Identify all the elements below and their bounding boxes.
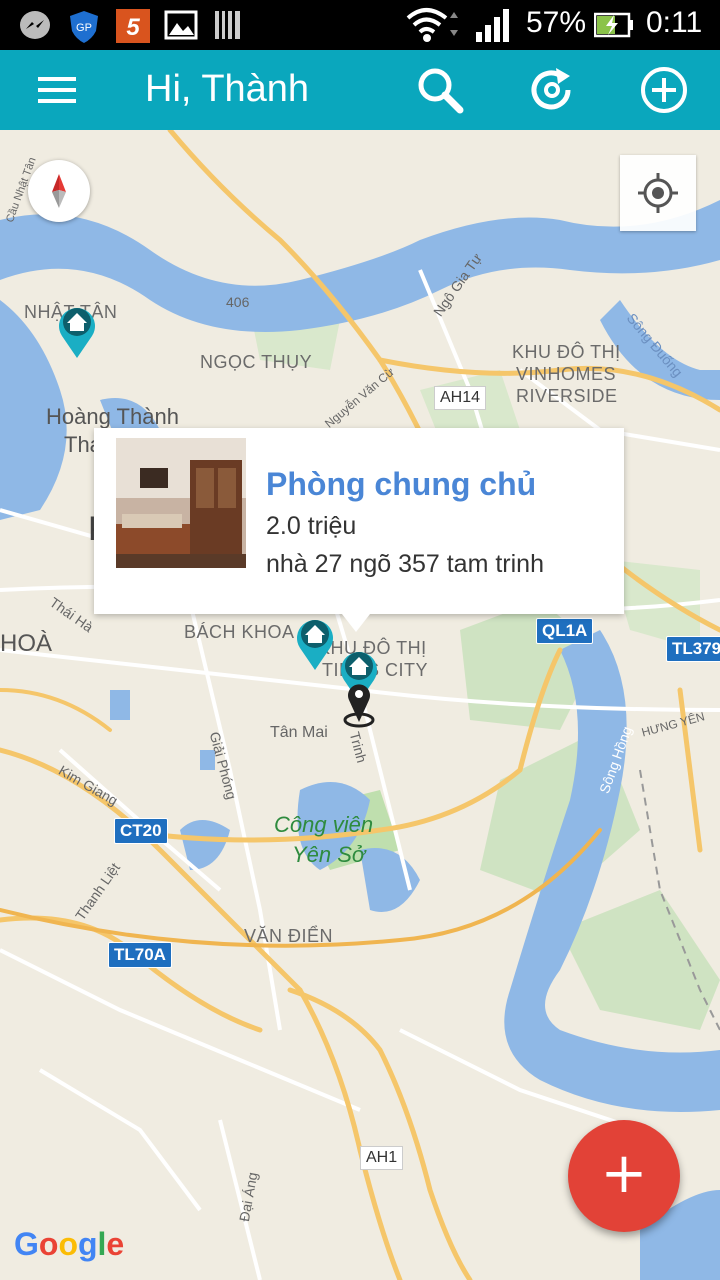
svg-text:5: 5 bbox=[126, 14, 140, 41]
listing-title[interactable]: Phòng chung chủ bbox=[266, 466, 536, 503]
signal-icon bbox=[476, 9, 509, 42]
house-marker-icon[interactable] bbox=[54, 302, 100, 360]
crosshair-icon bbox=[638, 173, 678, 213]
listing-address: nhà 27 ngõ 357 tam trinh bbox=[266, 550, 544, 578]
house-marker-icon[interactable] bbox=[292, 614, 338, 672]
menu-icon[interactable] bbox=[32, 64, 84, 116]
map-label: VINHOMES bbox=[516, 364, 617, 384]
messenger-icon bbox=[20, 11, 50, 39]
location-pin-icon bbox=[343, 684, 375, 728]
road-shield: AH1 bbox=[360, 1146, 404, 1170]
road-shield: CT20 bbox=[114, 818, 168, 844]
map-label: Công viên bbox=[274, 812, 374, 837]
map-label: NGỌC THỤY bbox=[200, 352, 313, 372]
listing-price: 2.0 triệu bbox=[266, 512, 357, 540]
road-shield: QL1A bbox=[536, 618, 594, 644]
map-label: BÁCH KHOA bbox=[184, 622, 295, 642]
image-icon bbox=[164, 10, 198, 40]
battery-charging-icon bbox=[594, 12, 633, 38]
map-label: 406 bbox=[226, 294, 250, 310]
map-label: Hoàng Thành bbox=[46, 404, 179, 429]
map-label: Tân Mai bbox=[270, 724, 328, 741]
number-5-icon: 5 bbox=[116, 9, 150, 43]
page-title: Hi, Thành bbox=[145, 68, 310, 110]
map-label: RIVERSIDE bbox=[516, 386, 618, 406]
add-circle-icon[interactable] bbox=[638, 64, 690, 116]
clock: 0:11 bbox=[646, 6, 703, 39]
google-logo: Google bbox=[14, 1226, 125, 1262]
road-shield: AH14 bbox=[434, 386, 487, 410]
refresh-icon[interactable] bbox=[526, 64, 578, 116]
search-icon[interactable] bbox=[414, 64, 466, 116]
road-shield: TL70A bbox=[108, 942, 172, 968]
svg-text:GP: GP bbox=[76, 22, 92, 34]
barcode-icon bbox=[215, 11, 240, 39]
map-label: Yên Sở bbox=[292, 842, 366, 867]
battery-percent: 57% bbox=[526, 6, 587, 39]
road-shield: TL379 bbox=[666, 636, 720, 662]
map-label: VĂN ĐIỂN bbox=[244, 926, 334, 946]
my-location-button[interactable] bbox=[620, 155, 696, 231]
status-bar: GP 5 57% 0:11 bbox=[0, 0, 720, 50]
compass-button[interactable] bbox=[28, 160, 90, 222]
app-bar: Hi, Thành bbox=[0, 50, 720, 130]
shield-gp-icon: GP bbox=[70, 11, 98, 43]
listing-info-window[interactable]: Phòng chung chủ 2.0 triệu nhà 27 ngõ 357… bbox=[94, 428, 624, 632]
compass-icon bbox=[52, 174, 66, 208]
map-view[interactable]: Cầu Nhật Tân NHẬT TÂN NGỌC THỤY Hoàng Th… bbox=[0, 130, 720, 1280]
wifi-icon bbox=[406, 8, 458, 42]
map-label: KHU ĐÔ THỊ bbox=[512, 342, 621, 362]
add-listing-fab[interactable]: + bbox=[568, 1120, 680, 1232]
room-photo bbox=[116, 438, 246, 568]
map-label: HOÀ bbox=[0, 630, 53, 657]
